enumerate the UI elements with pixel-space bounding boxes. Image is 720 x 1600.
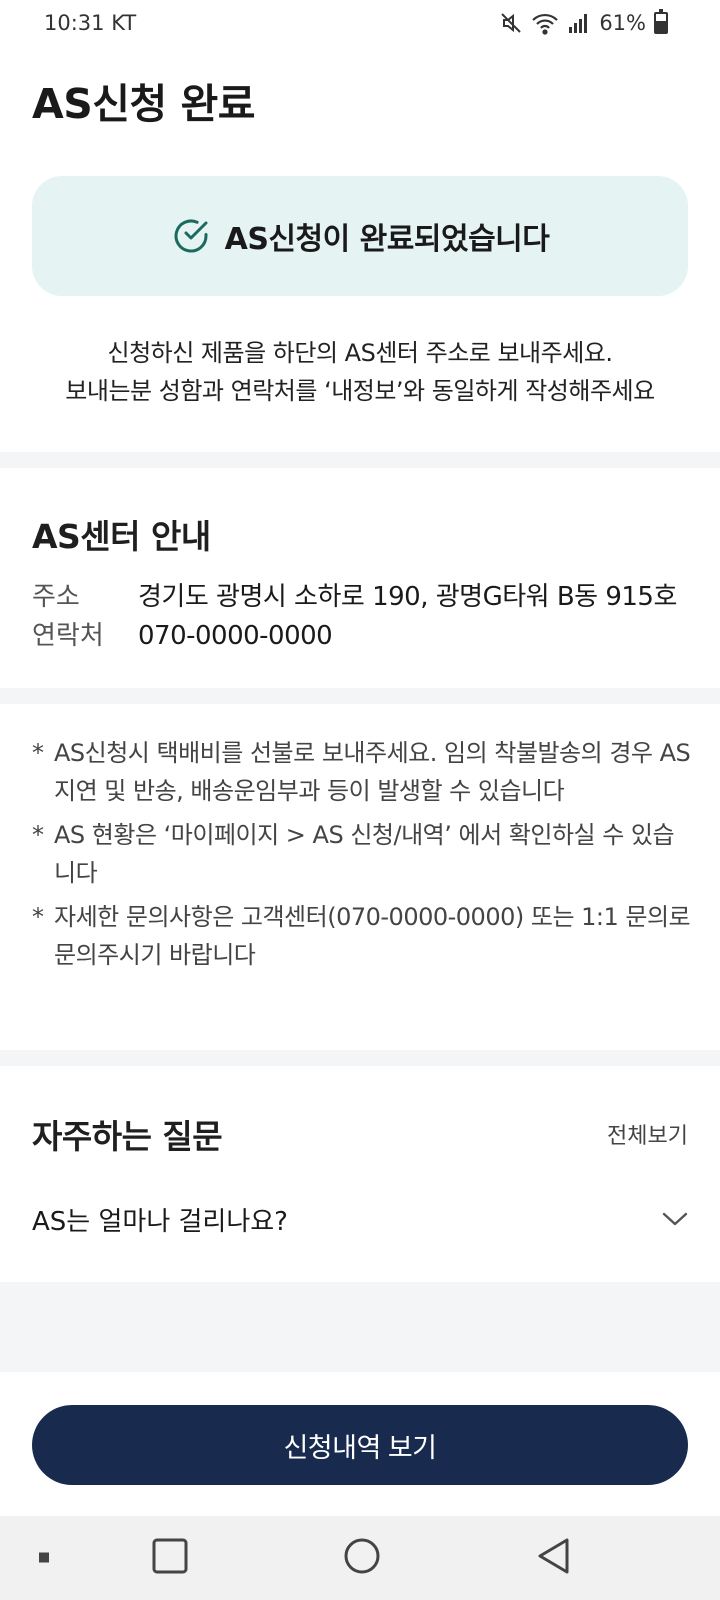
battery-icon [654,9,668,34]
guide-line-2: 보내는분 성함과 연락처를 ‘내정보’와 동일하게 작성해주세요 [65,377,655,405]
address-value: 경기도 광명시 소하로 190, 광명G타워 B동 915호 [138,582,677,612]
contact-row: 연락처 070-0000-0000 [32,617,333,655]
chevron-down-icon [662,1212,688,1226]
as-center-title: AS센터 안내 [32,517,211,556]
status-icons: 61% [499,9,668,35]
notice-list: * AS신청시 택배비를 선불로 보내주세요. 임의 착불발송의 경우 AS지연… [32,734,692,980]
notice-item: * 자세한 문의사항은 고객센터(070-0000-0000) 또는 1:1 문… [32,898,692,974]
recent-apps-icon[interactable] [152,1538,188,1578]
faq-title: 자주하는 질문 [32,1117,223,1156]
status-bar: 10:31 KT 61% [0,0,720,46]
faq-view-all-link[interactable]: 전체보기 [607,1118,688,1150]
view-history-button[interactable]: 신청내역 보기 [32,1405,688,1485]
notice-item: * AS신청시 택배비를 선불로 보내주세요. 임의 착불발송의 경우 AS지연… [32,734,692,810]
battery-fill [656,21,666,32]
battery-percent: 61% [599,11,646,35]
status-time: 10:31 KT [44,11,137,35]
contact-value: 070-0000-0000 [138,621,333,651]
signal-icon [569,14,588,33]
home-icon[interactable] [343,1537,381,1579]
success-banner: AS신청이 완료되었습니다 [32,176,688,296]
check-circle-icon [174,219,208,253]
notice-bullet: * [32,821,44,849]
faq-question: AS는 얼마나 걸리나요? [32,1206,288,1237]
menu-dot-icon[interactable] [38,1549,50,1568]
notice-item: * AS 현황은 ‘마이페이지 > AS 신청/내역’ 에서 확인하실 수 있습… [32,816,692,892]
section-divider [0,688,720,704]
system-nav-bar [0,1516,720,1600]
address-label: 주소 [32,582,80,612]
notice-text: AS신청시 택배비를 선불로 보내주세요. 임의 착불발송의 경우 AS지연 및… [54,739,691,805]
contact-label: 연락처 [32,621,104,651]
notice-bullet: * [32,903,44,931]
spacer [0,1282,720,1372]
wifi-icon [532,13,559,35]
notice-text: AS 현황은 ‘마이페이지 > AS 신청/내역’ 에서 확인하실 수 있습니다 [54,821,675,887]
faq-item[interactable]: AS는 얼마나 걸리나요? [32,1196,688,1242]
back-icon[interactable] [537,1537,571,1579]
section-divider [0,1050,720,1066]
mute-icon [501,13,522,33]
success-message: AS신청이 완료되었습니다 [224,222,550,257]
page-title: AS신청 완료 [32,80,255,128]
guide-text: 신청하신 제품을 하단의 AS센터 주소로 보내주세요. 보내는분 성함과 연락… [24,334,696,410]
notice-text: 자세한 문의사항은 고객센터(070-0000-0000) 또는 1:1 문의로… [54,903,691,969]
section-divider [0,452,720,468]
notice-bullet: * [32,739,44,767]
guide-line-1: 신청하신 제품을 하단의 AS센터 주소로 보내주세요. [107,339,613,367]
address-row: 주소 경기도 광명시 소하로 190, 광명G타워 B동 915호 [32,578,677,616]
